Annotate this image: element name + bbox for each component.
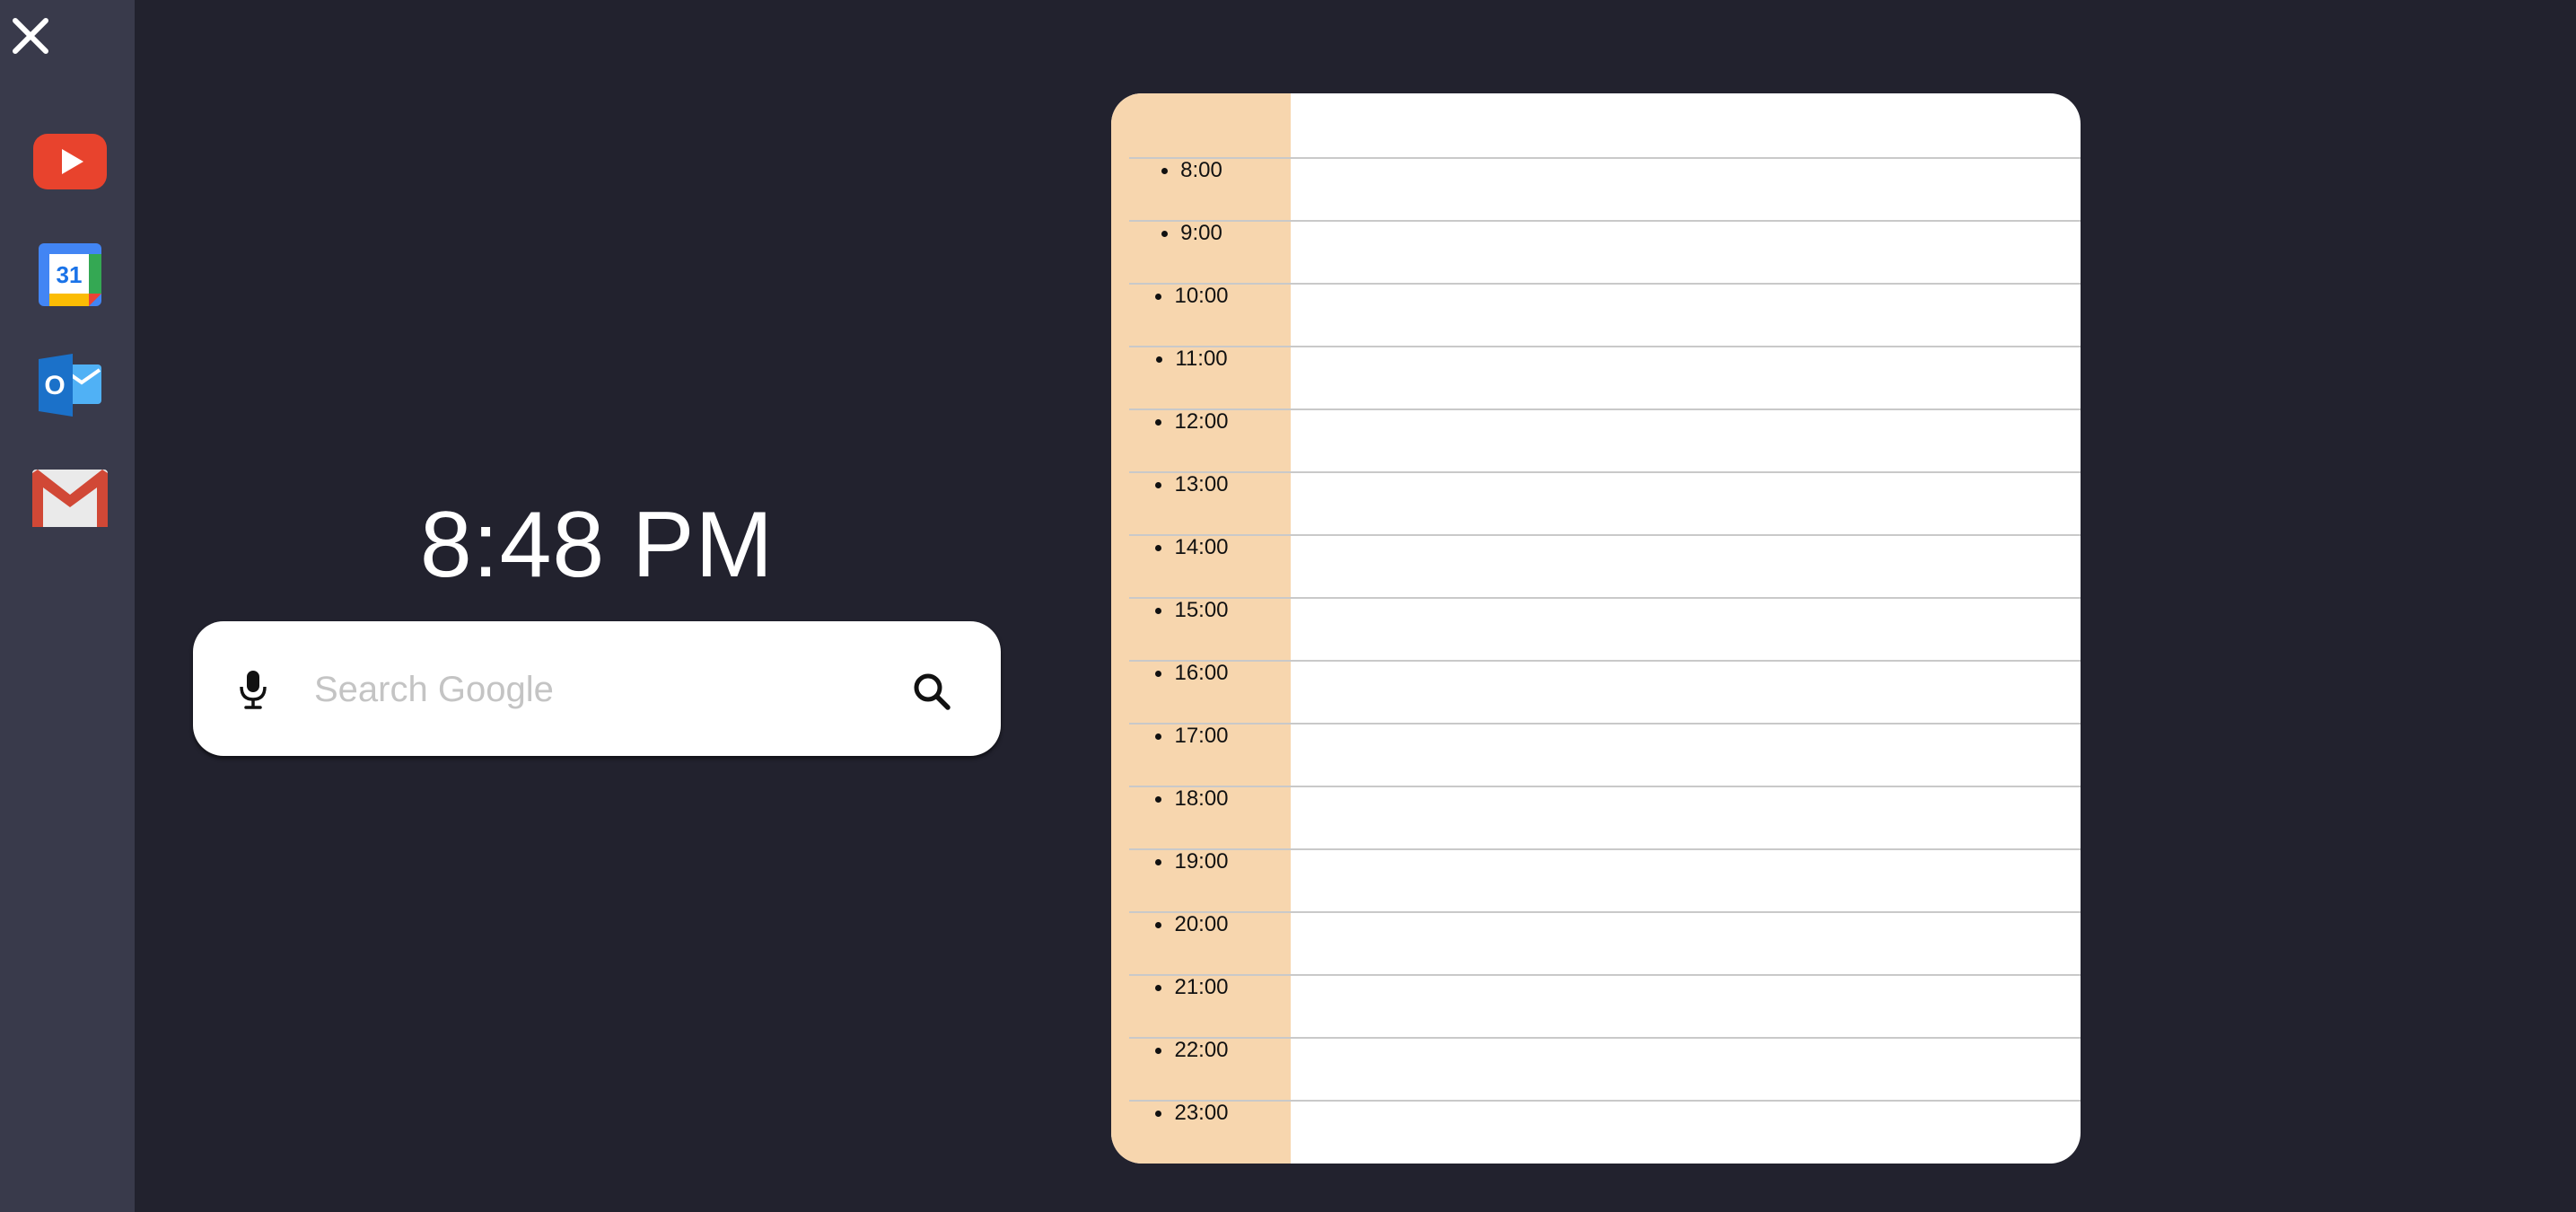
hour-slot[interactable]: 14:00 bbox=[1129, 534, 2081, 597]
hour-slot[interactable]: 13:00 bbox=[1129, 471, 2081, 534]
hour-slot[interactable]: 9:00 bbox=[1129, 220, 2081, 283]
day-schedule: 8:00 9:00 10:00 11:00 12:00 13:00 14:00 15:00 16… bbox=[1111, 93, 2081, 1164]
hour-label: 18:00 bbox=[1129, 786, 1255, 811]
search-icon bbox=[914, 673, 951, 710]
google-calendar-icon: 31 bbox=[39, 243, 101, 306]
hour-label: 10:00 bbox=[1129, 284, 1255, 308]
hour-slot[interactable]: 20:00 bbox=[1129, 911, 2081, 974]
hour-slot[interactable]: 18:00 bbox=[1129, 786, 2081, 848]
hour-slot[interactable]: 22:00 bbox=[1129, 1037, 2081, 1100]
gmail-icon bbox=[32, 470, 108, 527]
clock-display: 8:48 PM bbox=[419, 493, 775, 597]
hour-slot[interactable]: 17:00 bbox=[1129, 723, 2081, 786]
hour-slot[interactable]: 15:00 bbox=[1129, 597, 2081, 660]
gmail-app-button[interactable] bbox=[31, 458, 110, 537]
calendar-day-text: 31 bbox=[57, 261, 83, 288]
hour-label: 22:00 bbox=[1129, 1038, 1255, 1062]
search-button[interactable] bbox=[907, 666, 957, 716]
search-input[interactable] bbox=[314, 655, 853, 724]
hour-slot[interactable]: 21:00 bbox=[1129, 974, 2081, 1037]
close-button[interactable] bbox=[7, 13, 54, 59]
close-icon bbox=[13, 18, 48, 54]
hour-label: 15:00 bbox=[1129, 598, 1255, 622]
hour-label: 21:00 bbox=[1129, 975, 1255, 999]
hour-slot[interactable]: 11:00 bbox=[1129, 346, 2081, 408]
hour-slot[interactable]: 8:00 bbox=[1129, 157, 2081, 220]
hour-slot[interactable]: 16:00 bbox=[1129, 660, 2081, 723]
hour-label: 12:00 bbox=[1129, 409, 1255, 434]
voice-search-button[interactable] bbox=[230, 664, 276, 715]
app-sidebar: 31 O bbox=[0, 0, 135, 1212]
youtube-icon bbox=[33, 134, 107, 189]
outlook-icon: O bbox=[39, 354, 101, 417]
hour-label: 14:00 bbox=[1129, 535, 1255, 559]
outlook-app-button[interactable]: O bbox=[31, 346, 110, 425]
youtube-app-button[interactable] bbox=[31, 122, 110, 201]
hour-slot[interactable]: 19:00 bbox=[1129, 848, 2081, 911]
google-calendar-app-button[interactable]: 31 bbox=[31, 235, 110, 314]
hour-label: 9:00 bbox=[1129, 221, 1255, 245]
outlook-letter: O bbox=[44, 371, 65, 400]
hour-label: 16:00 bbox=[1129, 661, 1255, 685]
hour-slot[interactable]: 23:00 bbox=[1129, 1100, 2081, 1163]
hour-slot[interactable]: 12:00 bbox=[1129, 408, 2081, 471]
hour-label: 23:00 bbox=[1129, 1101, 1255, 1125]
hour-slot[interactable]: 10:00 bbox=[1129, 283, 2081, 346]
hour-label: 11:00 bbox=[1129, 347, 1255, 371]
microphone-icon bbox=[240, 671, 267, 709]
hour-label: 19:00 bbox=[1129, 849, 1255, 874]
hour-label: 17:00 bbox=[1129, 724, 1255, 748]
hour-label: 8:00 bbox=[1129, 158, 1255, 182]
hour-label: 13:00 bbox=[1129, 472, 1255, 496]
hour-label: 20:00 bbox=[1129, 912, 1255, 936]
